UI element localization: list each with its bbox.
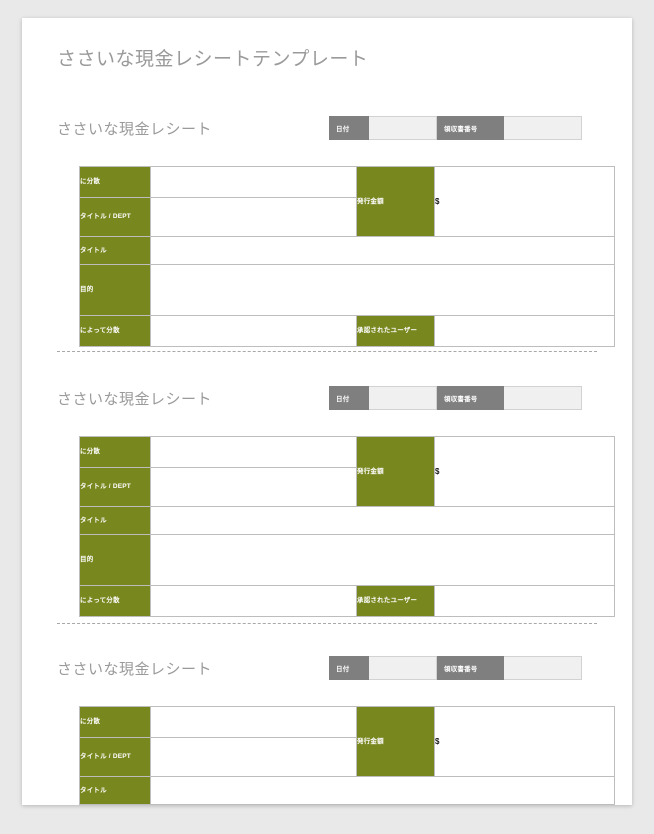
title-input-3[interactable] (150, 776, 615, 805)
title-dept-label-3: タイトル / DEPT (79, 737, 151, 777)
title-dept-input-3[interactable] (150, 737, 357, 777)
document-page: ささいな現金レシートテンプレート ささいな現金レシート 日付 領収書番号 に分散… (22, 18, 632, 805)
table-row: タイトル (79, 506, 615, 535)
receipt-number-input-2[interactable] (504, 386, 582, 410)
section-title-1: ささいな現金レシート (57, 122, 213, 138)
approved-by-label-2: 承認されたユーザー (356, 585, 435, 617)
issued-by-input-1[interactable] (150, 315, 357, 347)
receipt-number-input-1[interactable] (504, 116, 582, 140)
issued-to-label-3: に分散 (79, 706, 151, 738)
table-row: タイトル (79, 236, 615, 265)
page-title: ささいな現金レシートテンプレート (57, 49, 369, 70)
title-label-2: タイトル (79, 506, 151, 535)
receipt-header-2: ささいな現金レシート 日付 領収書番号 (22, 386, 632, 428)
title-dept-input-1[interactable] (150, 197, 357, 237)
date-label-2: 日付 (329, 386, 369, 410)
title-label-1: タイトル (79, 236, 151, 265)
title-input-2[interactable] (150, 506, 615, 535)
issued-to-input-2[interactable] (150, 436, 357, 468)
section-title-2: ささいな現金レシート (57, 392, 213, 408)
date-label-1: 日付 (329, 116, 369, 140)
receipt-block-3: ささいな現金レシート 日付 領収書番号 に分散 発行金額 $ タイトル / DE… (22, 656, 632, 805)
receipt-table-3: に分散 発行金額 $ タイトル / DEPT タイトル (79, 706, 615, 805)
title-label-3: タイトル (79, 776, 151, 805)
section-title-3: ささいな現金レシート (57, 662, 213, 678)
issued-to-input-1[interactable] (150, 166, 357, 198)
table-row: によって分散 承認されたユーザー (79, 315, 615, 347)
receipt-number-label-2: 領収書番号 (437, 386, 504, 410)
table-row: タイトル (79, 776, 615, 805)
table-row: に分散 発行金額 $ (79, 706, 615, 777)
amount-input-3[interactable]: $ (434, 706, 615, 777)
amount-input-2[interactable]: $ (434, 436, 615, 507)
title-dept-input-2[interactable] (150, 467, 357, 507)
table-row: に分散 発行金額 $ (79, 166, 615, 237)
amount-issued-label-2: 発行金額 (356, 436, 435, 507)
date-label-3: 日付 (329, 656, 369, 680)
table-row: に分散 発行金額 $ (79, 436, 615, 507)
section-divider-2 (57, 623, 597, 624)
receipt-table-2: に分散 発行金額 $ タイトル / DEPT タイトル 目的 によって分散 承認… (79, 436, 615, 617)
receipt-number-label-1: 領収書番号 (437, 116, 504, 140)
table-row: 目的 (79, 534, 615, 586)
issued-to-label-2: に分散 (79, 436, 151, 468)
receipt-number-label-3: 領収書番号 (437, 656, 504, 680)
purpose-label-1: 目的 (79, 264, 151, 316)
date-input-2[interactable] (369, 386, 437, 410)
amount-issued-label-3: 発行金額 (356, 706, 435, 777)
approved-by-input-1[interactable] (434, 315, 615, 347)
date-input-1[interactable] (369, 116, 437, 140)
issued-to-label-1: に分散 (79, 166, 151, 198)
receipt-table-1: に分散 発行金額 $ タイトル / DEPT タイトル 目的 によって分散 承認… (79, 166, 615, 347)
meta-fields-2: 日付 領収書番号 (329, 386, 582, 410)
issued-by-input-2[interactable] (150, 585, 357, 617)
section-divider-1 (57, 351, 597, 352)
receipt-header-3: ささいな現金レシート 日付 領収書番号 (22, 656, 632, 698)
date-input-3[interactable] (369, 656, 437, 680)
purpose-input-1[interactable] (150, 264, 615, 316)
receipt-block-2: ささいな現金レシート 日付 領収書番号 に分散 発行金額 $ タイトル / DE… (22, 386, 632, 617)
purpose-input-2[interactable] (150, 534, 615, 586)
approved-by-label-1: 承認されたユーザー (356, 315, 435, 347)
receipt-number-input-3[interactable] (504, 656, 582, 680)
amount-input-1[interactable]: $ (434, 166, 615, 237)
meta-fields-3: 日付 領収書番号 (329, 656, 582, 680)
title-dept-label-1: タイトル / DEPT (79, 197, 151, 237)
approved-by-input-2[interactable] (434, 585, 615, 617)
receipt-block-1: ささいな現金レシート 日付 領収書番号 に分散 発行金額 $ タイトル / DE… (22, 116, 632, 347)
issued-by-label-2: によって分散 (79, 585, 151, 617)
table-row: によって分散 承認されたユーザー (79, 585, 615, 617)
meta-fields-1: 日付 領収書番号 (329, 116, 582, 140)
table-row: 目的 (79, 264, 615, 316)
issued-to-input-3[interactable] (150, 706, 357, 738)
purpose-label-2: 目的 (79, 534, 151, 586)
receipt-header-1: ささいな現金レシート 日付 領収書番号 (22, 116, 632, 158)
issued-by-label-1: によって分散 (79, 315, 151, 347)
title-input-1[interactable] (150, 236, 615, 265)
title-dept-label-2: タイトル / DEPT (79, 467, 151, 507)
amount-issued-label-1: 発行金額 (356, 166, 435, 237)
